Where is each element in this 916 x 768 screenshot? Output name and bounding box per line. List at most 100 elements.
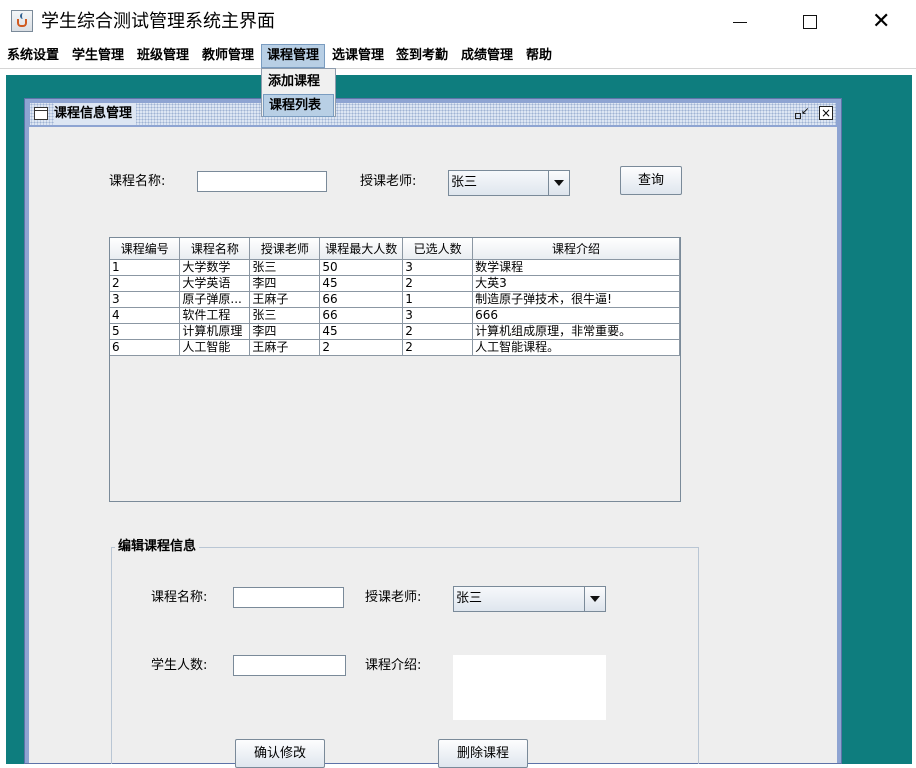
table-cell[interactable]: 李四	[249, 275, 321, 292]
query-button[interactable]: 查询	[620, 166, 682, 195]
search-teacher-combo[interactable]: 张三	[448, 170, 570, 196]
menu-help[interactable]: 帮助	[521, 44, 557, 68]
column-header[interactable]: 课程编号	[110, 238, 181, 260]
table-cell[interactable]: 计算机原理	[179, 323, 251, 340]
edit-course-name-label: 课程名称:	[151, 590, 208, 605]
menu-class-management[interactable]: 班级管理	[132, 44, 194, 68]
search-teacher-value: 张三	[451, 175, 478, 190]
table-row[interactable]: 2 大学英语 李四 45 2 大英3	[110, 275, 680, 292]
table-cell[interactable]: 大学英语	[179, 275, 251, 292]
table-cell[interactable]: 5	[110, 323, 181, 340]
table-cell[interactable]: 人工智能课程。	[472, 339, 680, 356]
table-cell[interactable]: 原子弹原...	[179, 291, 251, 308]
menu-attendance[interactable]: 签到考勤	[391, 44, 453, 68]
menu-bar: 系统设置 学生管理 班级管理 教师管理 课程管理 选课管理 签到考勤 成绩管理 …	[0, 44, 916, 68]
menu-course-selection[interactable]: 选课管理	[327, 44, 389, 68]
menu-item-add-course[interactable]: 添加课程	[263, 70, 334, 93]
maximize-icon	[803, 15, 817, 29]
table-header-row: 课程编号 课程名称 授课老师 课程最大人数 已选人数 课程介绍	[110, 238, 680, 260]
column-header[interactable]: 课程介绍	[472, 238, 680, 260]
table-cell[interactable]: 50	[319, 259, 404, 276]
table-cell[interactable]: 李四	[249, 323, 321, 340]
table-row[interactable]: 5 计算机原理 李四 45 2 计算机组成原理，非常重要。	[110, 323, 680, 340]
search-course-name-input[interactable]	[197, 171, 327, 192]
table-cell[interactable]: 人工智能	[179, 339, 251, 356]
table-row[interactable]: 3 原子弹原... 王麻子 66 1 制造原子弹技术，很牛逼!	[110, 291, 680, 308]
window-title: 学生综合测试管理系统主界面	[41, 11, 275, 32]
column-header[interactable]: 授课老师	[249, 238, 321, 260]
menu-teacher-management[interactable]: 教师管理	[197, 44, 259, 68]
table-cell[interactable]: 666	[472, 307, 680, 324]
table-cell[interactable]: 数学课程	[472, 259, 680, 276]
edit-intro-textarea[interactable]	[453, 655, 606, 720]
java-app-icon	[11, 10, 33, 32]
menu-system-settings[interactable]: 系统设置	[2, 44, 64, 68]
table-cell[interactable]: 2	[319, 339, 404, 356]
search-teacher-label: 授课老师:	[360, 174, 417, 189]
menu-course-management[interactable]: 课程管理	[261, 44, 325, 68]
chevron-down-icon	[590, 596, 600, 602]
table-cell[interactable]: 王麻子	[249, 339, 321, 356]
table-cell[interactable]: 大学数学	[179, 259, 251, 276]
table-cell[interactable]: 2	[402, 339, 474, 356]
edit-course-name-input[interactable]	[233, 587, 344, 608]
menu-student-management[interactable]: 学生管理	[67, 44, 129, 68]
table-cell[interactable]: 张三	[249, 307, 321, 324]
edit-student-count-input[interactable]	[233, 655, 346, 676]
table-row[interactable]: 4 软件工程 张三 66 3 666	[110, 307, 680, 324]
table-row[interactable]: 6 人工智能 王麻子 2 2 人工智能课程。	[110, 339, 680, 356]
table-cell[interactable]: 3	[402, 259, 474, 276]
course-table-scrollpane[interactable]: 课程编号 课程名称 授课老师 课程最大人数 已选人数 课程介绍 1 大学数学 张…	[109, 237, 681, 502]
column-header[interactable]: 课程名称	[179, 238, 251, 260]
edit-teacher-value: 张三	[456, 591, 483, 606]
chevron-down-icon	[554, 180, 564, 186]
table-cell[interactable]: 1	[110, 259, 181, 276]
edit-student-count-label: 学生人数:	[151, 658, 208, 673]
frame-window-icon	[34, 107, 48, 120]
menu-grade-management[interactable]: 成绩管理	[456, 44, 518, 68]
maximize-button[interactable]	[788, 7, 832, 37]
edit-teacher-label: 授课老师:	[365, 590, 422, 605]
table-cell[interactable]: 4	[110, 307, 181, 324]
combo-arrow-button[interactable]	[584, 587, 605, 611]
frame-close-icon: ×	[821, 106, 832, 120]
table-cell[interactable]: 制造原子弹技术，很牛逼!	[472, 291, 680, 308]
minimize-icon	[733, 22, 747, 23]
table-row[interactable]: 1 大学数学 张三 50 3 数学课程	[110, 259, 680, 276]
column-header[interactable]: 课程最大人数	[319, 238, 404, 260]
edit-teacher-combo[interactable]: 张三	[453, 586, 606, 612]
course-table: 课程编号 课程名称 授课老师 课程最大人数 已选人数 课程介绍 1 大学数学 张…	[110, 238, 680, 356]
restore-arrow-icon: ↙	[801, 106, 810, 117]
table-cell[interactable]: 6	[110, 339, 181, 356]
edit-course-group	[111, 547, 699, 764]
table-cell[interactable]: 66	[319, 291, 404, 308]
table-cell[interactable]: 2	[110, 275, 181, 292]
table-cell[interactable]: 2	[402, 323, 474, 340]
table-cell[interactable]: 软件工程	[179, 307, 251, 324]
edit-group-title: 编辑课程信息	[115, 538, 200, 556]
table-cell[interactable]: 3	[110, 291, 181, 308]
table-cell[interactable]: 3	[402, 307, 474, 324]
combo-arrow-button[interactable]	[548, 171, 569, 195]
column-header[interactable]: 已选人数	[402, 238, 474, 260]
frame-close-button[interactable]: ×	[819, 106, 833, 120]
table-cell[interactable]: 45	[319, 275, 404, 292]
table-cell[interactable]: 计算机组成原理，非常重要。	[472, 323, 680, 340]
frame-restore-button[interactable]: ↙	[793, 106, 809, 122]
table-cell[interactable]: 大英3	[472, 275, 680, 292]
table-cell[interactable]: 45	[319, 323, 404, 340]
course-menu-dropdown: 添加课程 课程列表	[261, 68, 336, 117]
frame-title-bar[interactable]: 课程信息管理 ↙ ×	[30, 103, 836, 125]
edit-intro-label: 课程介绍:	[365, 658, 422, 673]
menu-item-course-list[interactable]: 课程列表	[263, 94, 334, 117]
close-button[interactable]: ✕	[858, 7, 902, 37]
minimize-button[interactable]	[718, 7, 762, 37]
table-cell[interactable]: 1	[402, 291, 474, 308]
frame-title: 课程信息管理	[54, 103, 137, 125]
title-bar: 学生综合测试管理系统主界面 ✕	[0, 0, 916, 44]
table-cell[interactable]: 王麻子	[249, 291, 321, 308]
table-cell[interactable]: 2	[402, 275, 474, 292]
search-course-name-label: 课程名称:	[109, 174, 166, 189]
table-cell[interactable]: 张三	[249, 259, 321, 276]
table-cell[interactable]: 66	[319, 307, 404, 324]
